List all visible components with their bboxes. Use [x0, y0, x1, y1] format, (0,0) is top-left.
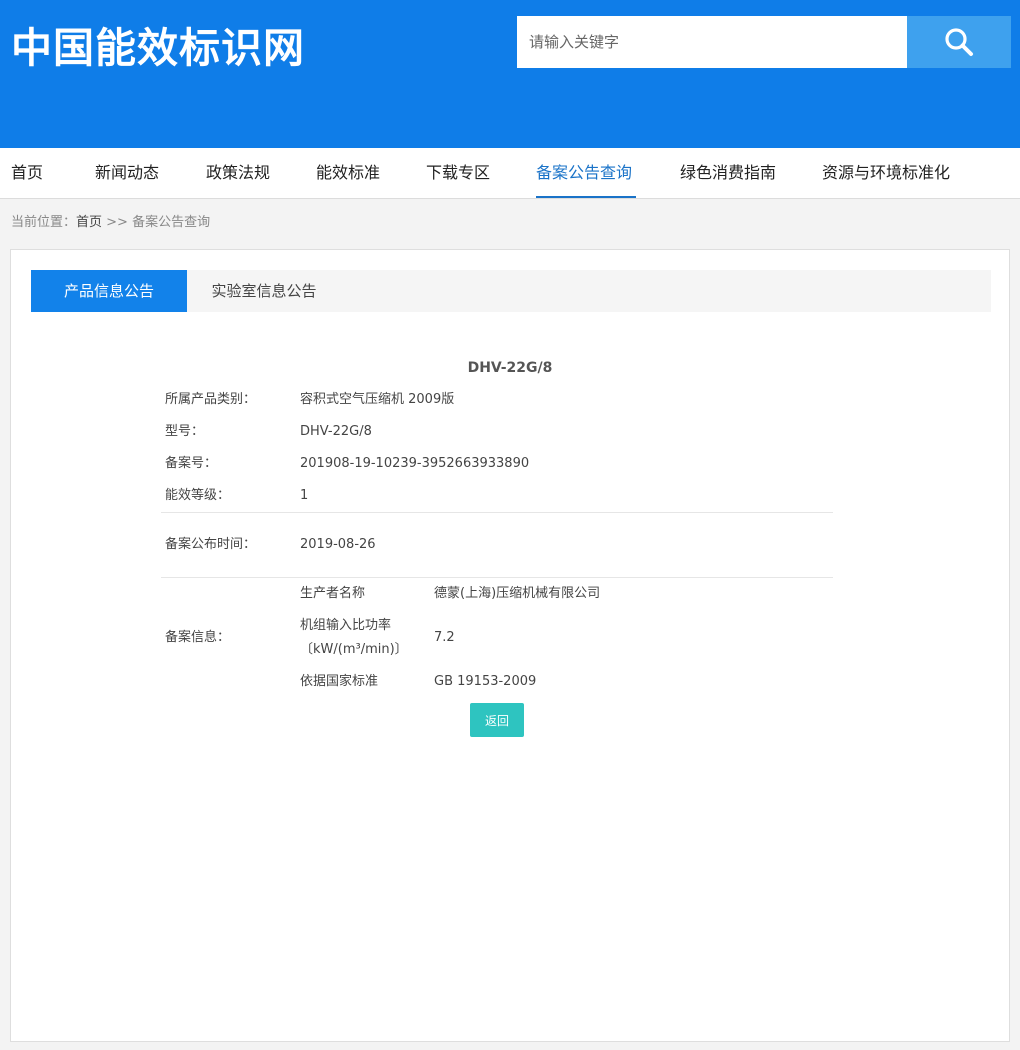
- record-info-value-manufacturer: 德蒙(上海)压缩机械有限公司: [434, 586, 601, 601]
- nav-item-record-query[interactable]: 备案公告查询: [536, 148, 637, 198]
- field-value-model: DHV-22G/8: [300, 424, 372, 439]
- field-label-record-number: 备案号：: [165, 456, 218, 471]
- nav-item-policy[interactable]: 政策法规: [206, 148, 270, 198]
- record-info-value-standard: GB 19153-2009: [434, 674, 537, 689]
- breadcrumb-home-link[interactable]: 首页: [76, 215, 102, 230]
- nav-item-standards[interactable]: 能效标准: [316, 148, 380, 198]
- divider: [161, 512, 833, 513]
- breadcrumb-current: 备案公告查询: [132, 215, 211, 230]
- search-icon: [945, 28, 973, 56]
- field-value-category: 容积式空气压缩机 2009版: [300, 392, 455, 407]
- field-label-efficiency-grade: 能效等级：: [165, 488, 231, 503]
- tab-product-info[interactable]: 产品信息公告: [31, 270, 187, 312]
- record-info-label-standard: 依据国家标准: [300, 674, 379, 689]
- tab-bar: 产品信息公告 实验室信息公告: [31, 270, 991, 312]
- record-info-label-manufacturer: 生产者名称: [300, 586, 366, 601]
- field-label-publish-date: 备案公布时间：: [165, 537, 257, 552]
- record-info-value-specific-power: 7.2: [434, 630, 455, 645]
- field-label-category: 所属产品类别：: [165, 392, 257, 407]
- site-header: 中国能效标识网: [0, 0, 1020, 148]
- nav-item-resources[interactable]: 资源与环境标准化: [822, 148, 950, 198]
- field-value-publish-date: 2019-08-26: [300, 537, 376, 552]
- field-label-record-info: 备案信息：: [165, 630, 231, 645]
- record-info-label-specific-power-unit: 〔kW/(m³/min)〕: [300, 642, 408, 657]
- field-label-model: 型号：: [165, 424, 205, 439]
- main-nav: 首页 新闻动态 政策法规 能效标准 下载专区 备案公告查询 绿色消费指南 资源与…: [0, 148, 1020, 199]
- site-logo[interactable]: 中国能效标识网: [11, 22, 305, 74]
- field-value-efficiency-grade: 1: [300, 488, 309, 503]
- search-button[interactable]: [907, 16, 1011, 68]
- nav-item-home[interactable]: 首页: [11, 148, 43, 198]
- nav-item-news[interactable]: 新闻动态: [95, 148, 159, 198]
- breadcrumb-separator: >>: [102, 215, 133, 230]
- tab-lab-info[interactable]: 实验室信息公告: [187, 270, 341, 312]
- field-value-record-number: 201908-19-10239-3952663933890: [300, 456, 530, 471]
- record-info-label-specific-power: 机组输入比功率: [300, 618, 392, 633]
- back-button[interactable]: 返回: [470, 703, 524, 737]
- breadcrumb-prefix: 当前位置：: [11, 215, 77, 230]
- nav-item-green-guide[interactable]: 绿色消费指南: [680, 148, 776, 198]
- content-panel: 产品信息公告 实验室信息公告 DHV-22G/8 所属产品类别： 容积式空气压缩…: [10, 249, 1010, 1042]
- divider: [161, 577, 833, 578]
- product-model-title: DHV-22G/8: [467, 360, 553, 376]
- breadcrumb: 当前位置：首页 >> 备案公告查询: [11, 213, 210, 233]
- search-input[interactable]: [517, 16, 907, 68]
- nav-item-downloads[interactable]: 下载专区: [426, 148, 490, 198]
